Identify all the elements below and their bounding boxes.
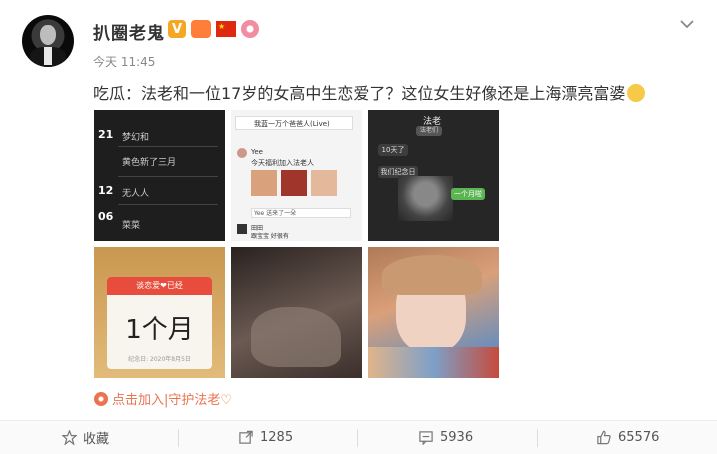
portrait-clothing — [368, 347, 499, 378]
star-icon — [62, 430, 77, 445]
portrait-hair — [382, 255, 482, 295]
thumbs-up-icon — [597, 430, 611, 445]
calendar-big-text: 1个月 — [125, 315, 194, 345]
chat-user: Yee — [251, 148, 263, 156]
china-flag-icon — [216, 21, 236, 37]
like-count: 65576 — [618, 430, 660, 445]
author-avatar[interactable] — [22, 15, 74, 67]
divider — [118, 204, 218, 205]
image-tile-portrait[interactable] — [368, 247, 499, 378]
image-tile-calendar[interactable]: 谈恋爱❤已经 1个月 纪念日: 2020年8月5日 — [94, 247, 225, 378]
repost-icon — [239, 430, 253, 444]
chat-bubble-green: 一个月啦 — [451, 188, 485, 200]
repost-count: 1285 — [260, 430, 294, 445]
join-link-text[interactable]: 点击加入|守护法老♡ — [112, 389, 232, 408]
flower-icon — [94, 391, 108, 406]
image-tile-chat[interactable]: 我蓝一万个爸爸人(Live) Yee 今天福利加入法老人 Yee 送来了一朵 田… — [231, 110, 362, 241]
second-message: 跟宝宝 好很有 — [251, 233, 289, 240]
laughing-emoji-icon — [627, 84, 646, 102]
like-button[interactable]: 65576 — [596, 421, 659, 454]
favorite-button[interactable]: 收藏 — [62, 421, 109, 454]
image-tile-dark-chat[interactable]: 法老 法老们 10天了 我们纪念日 一个月啦 — [368, 110, 499, 241]
row-text-4: 菜菜 — [122, 221, 141, 231]
row-label-3: 12 — [98, 184, 114, 197]
divider — [118, 146, 218, 147]
post-text: 吃瓜：法老和一位17岁的女高中生恋爱了？这位女生好像还是上海漂亮富婆 — [93, 80, 646, 104]
author-name[interactable]: 扒圈老鬼 — [93, 19, 165, 44]
chat-photo — [398, 176, 453, 221]
calendar-footer: 纪念日: 2020年8月5日 — [128, 356, 191, 363]
avatar-face — [40, 25, 56, 45]
chat-photo-3 — [311, 170, 337, 196]
chat-photo-1 — [251, 170, 277, 196]
calendar-card: 谈恋爱❤已经 1个月 纪念日: 2020年8月5日 — [107, 277, 212, 369]
photo-fabric — [251, 307, 341, 367]
fan-badge-icon[interactable] — [191, 20, 211, 38]
row-label-4: 06 — [98, 210, 114, 223]
user-avatar — [237, 148, 247, 158]
chat-bubble: 法老们 — [416, 126, 442, 136]
row-label-1: 21 — [98, 128, 114, 141]
song-card: 我蓝一万个爸爸人(Live) — [235, 116, 353, 130]
weibo-post-card: 扒圈老鬼 V 今天 11:45 吃瓜：法老和一位17岁的女高中生恋爱了？这位女生… — [0, 0, 717, 454]
chat-footer: Yee 送来了一朵 — [251, 208, 351, 218]
comment-button[interactable]: 5936 — [418, 421, 473, 454]
action-bar: 收藏 1285 5936 65576 — [0, 420, 717, 454]
chat-message: 今天福利加入法老人 — [251, 159, 314, 167]
comment-icon — [419, 431, 433, 445]
image-grid: 21 梦幻和 黄色新了三月 12 无人人 06 菜菜 我蓝一万个爸爸人(Live… — [94, 110, 499, 378]
divider — [178, 429, 179, 447]
verified-badge-icon[interactable]: V — [168, 20, 186, 38]
avatar-shirt — [44, 47, 52, 65]
donut-icon — [241, 20, 259, 38]
second-avatar — [237, 224, 247, 234]
row-text-1: 梦幻和 — [122, 133, 150, 143]
repost-button[interactable]: 1285 — [238, 421, 293, 454]
chevron-down-icon[interactable] — [679, 16, 695, 32]
image-tile-photo[interactable] — [231, 247, 362, 378]
join-link[interactable]: 点击加入|守护法老♡ — [94, 389, 232, 408]
row-text-2: 黄色新了三月 — [122, 158, 177, 168]
author-badges: V — [168, 20, 259, 38]
chat-bubble: 10天了 — [378, 144, 408, 156]
chat-photo-2 — [281, 170, 307, 196]
divider — [118, 176, 218, 177]
row-text-3: 无人人 — [122, 189, 150, 199]
post-time[interactable]: 今天 11:45 — [93, 53, 155, 70]
image-tile-playlist[interactable]: 21 梦幻和 黄色新了三月 12 无人人 06 菜菜 — [94, 110, 225, 241]
calendar-header: 谈恋爱❤已经 — [107, 277, 212, 295]
divider — [537, 429, 538, 447]
divider — [357, 429, 358, 447]
post-text-body: 吃瓜：法老和一位17岁的女高中生恋爱了？这位女生好像还是上海漂亮富婆 — [93, 84, 626, 103]
favorite-label: 收藏 — [83, 432, 110, 447]
comment-count: 5936 — [440, 430, 474, 445]
